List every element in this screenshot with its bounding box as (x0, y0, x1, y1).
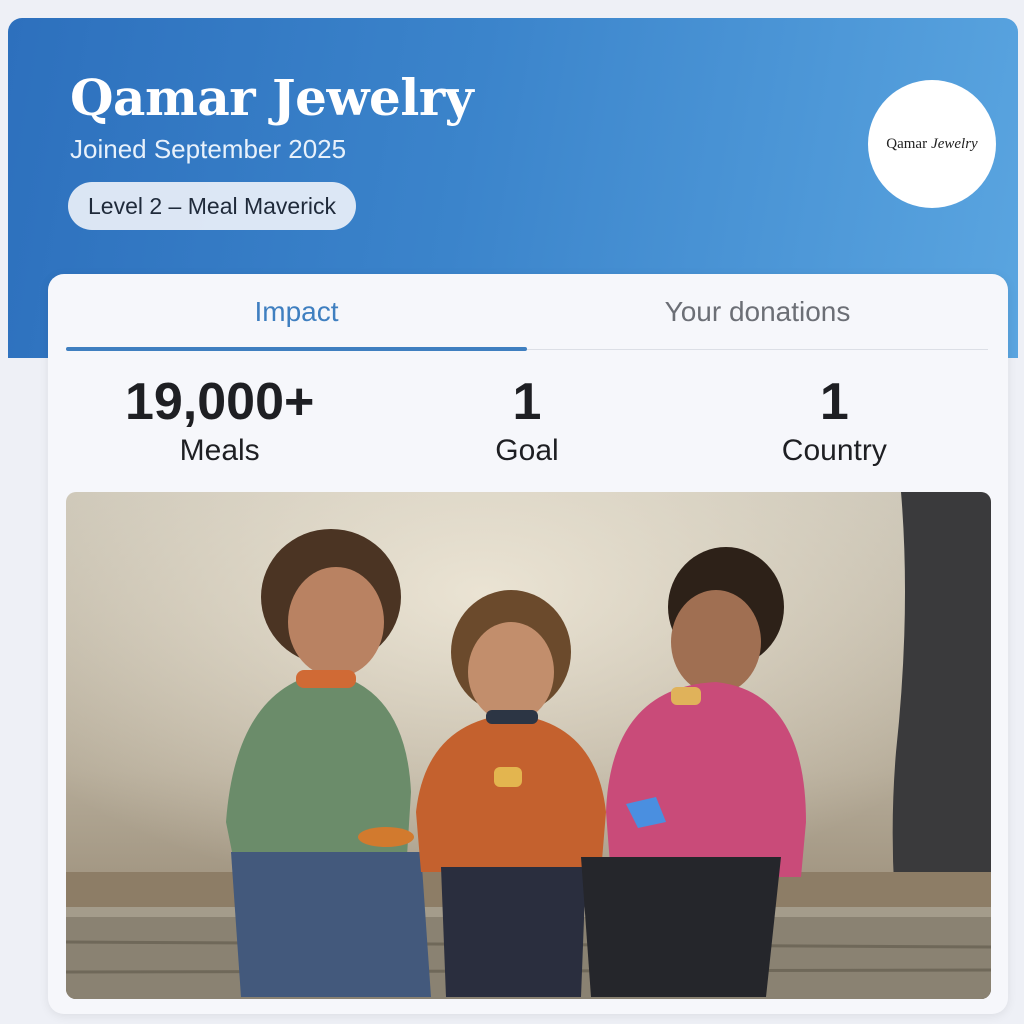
stat-value: 19,000+ (124, 373, 315, 431)
logo-text: Qamar (886, 135, 928, 152)
impact-card: Impact Your donations 19,000+ Meals 1 Go… (48, 274, 1008, 1014)
stat-label: Country (781, 434, 887, 467)
stat-goal: 1 Goal (373, 372, 680, 472)
tab-bar: Impact Your donations (66, 274, 988, 351)
organization-logo: Qamar Jewelry (868, 80, 996, 208)
stat-country: 1 Country (681, 372, 988, 472)
stat-value: 1 (512, 373, 542, 431)
stat-value: 1 (819, 373, 849, 431)
organization-name: Qamar Jewelry (70, 68, 474, 127)
joined-date: Joined September 2025 (70, 134, 347, 164)
stat-meals: 19,000+ Meals (66, 372, 373, 472)
stat-label: Meals (179, 434, 260, 467)
impact-photo (66, 492, 991, 999)
tab-your-donations[interactable]: Your donations (527, 274, 988, 349)
impact-stats: 19,000+ Meals 1 Goal 1 Country (66, 372, 988, 472)
tab-impact[interactable]: Impact (66, 274, 527, 351)
children-eating-photo (66, 492, 991, 999)
level-badge: Level 2 – Meal Maverick (68, 182, 356, 230)
stat-label: Goal (495, 434, 559, 467)
logo-text-italic: Jewelry (931, 135, 978, 152)
